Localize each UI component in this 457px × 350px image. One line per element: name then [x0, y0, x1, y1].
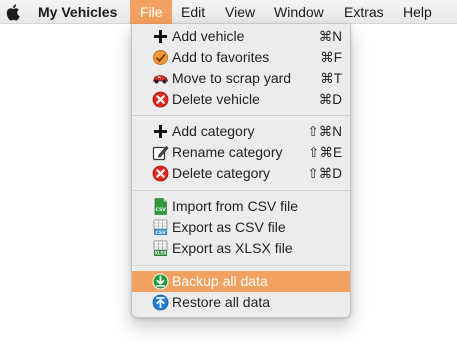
menu-item-shortcut: ⇧⌘N [307, 124, 342, 139]
delete-red-icon [152, 91, 169, 108]
scrap-car-icon [152, 75, 169, 84]
menu-item-add-vehicle[interactable]: Add vehicle ⌘N [132, 26, 350, 47]
menu-file[interactable]: File [130, 0, 172, 24]
menu-item-label: Import from CSV file [172, 198, 299, 214]
menu-item-backup-all-data[interactable]: Backup all data [132, 271, 350, 292]
menu-bar: My Vehicles File Edit View Window Extras… [0, 0, 457, 24]
app-name-menu[interactable]: My Vehicles [28, 0, 127, 24]
menu-item-export-csv[interactable]: CSV Export as CSV file [132, 217, 350, 238]
svg-text:XLSX: XLSX [155, 251, 167, 256]
menu-item-shortcut: ⌘N [318, 29, 342, 44]
favorite-check-icon [153, 50, 168, 65]
menu-help[interactable]: Help [393, 0, 442, 24]
plus-icon [154, 30, 167, 43]
csv-table-icon: CSV [153, 219, 168, 236]
restore-upload-icon [152, 294, 169, 311]
menu-item-shortcut: ⌘T [320, 71, 342, 86]
csv-file-icon: CSV [154, 198, 167, 215]
menu-item-shortcut: ⇧⌘D [307, 166, 342, 181]
menu-item-label: Export as XLSX file [172, 240, 293, 256]
menu-item-shortcut: ⌘D [318, 92, 342, 107]
menu-item-label: Move to scrap yard [172, 70, 292, 86]
menu-item-move-to-scrap-yard[interactable]: Move to scrap yard ⌘T [132, 68, 350, 89]
backup-download-icon [152, 273, 169, 290]
apple-logo-icon[interactable] [6, 3, 22, 21]
menu-item-label: Add vehicle [172, 28, 245, 44]
svg-text:CSV: CSV [155, 230, 166, 236]
menu-item-label: Delete category [172, 165, 271, 181]
menu-view[interactable]: View [215, 0, 265, 24]
menu-item-delete-vehicle[interactable]: Delete vehicle ⌘D [132, 89, 350, 110]
svg-text:CSV: CSV [156, 207, 167, 213]
menu-window[interactable]: Window [264, 0, 334, 24]
menu-item-shortcut: ⇧⌘E [308, 145, 342, 160]
menu-item-label: Add to favorites [172, 49, 270, 65]
menu-edit[interactable]: Edit [171, 0, 215, 24]
menu-separator [132, 190, 350, 191]
menu-item-delete-category[interactable]: Delete category ⇧⌘D [132, 163, 350, 184]
plus-icon [154, 125, 167, 138]
menu-item-label: Add category [172, 123, 255, 139]
menu-item-label: Export as CSV file [172, 219, 286, 235]
menu-item-add-to-favorites[interactable]: Add to favorites ⌘F [132, 47, 350, 68]
menu-extras[interactable]: Extras [334, 0, 394, 24]
menu-item-rename-category[interactable]: Rename category ⇧⌘E [132, 142, 350, 163]
menu-item-label: Restore all data [172, 294, 271, 310]
menu-item-label: Delete vehicle [172, 91, 260, 107]
menu-item-shortcut: ⌘F [320, 50, 342, 65]
delete-red-icon [152, 165, 169, 182]
rename-pencil-icon [152, 145, 169, 161]
xlsx-table-icon: XLSX [153, 240, 168, 256]
menu-item-label: Rename category [172, 144, 283, 160]
menu-separator [132, 265, 350, 266]
file-menu-dropdown: Add vehicle ⌘N Add to favorites ⌘F Move … [131, 24, 351, 318]
menu-item-add-category[interactable]: Add category ⇧⌘N [132, 121, 350, 142]
menu-item-label: Backup all data [172, 273, 268, 289]
menu-item-export-xlsx[interactable]: XLSX Export as XLSX file [132, 238, 350, 259]
menu-item-restore-all-data[interactable]: Restore all data [132, 292, 350, 313]
menu-item-import-csv[interactable]: CSV Import from CSV file [132, 196, 350, 217]
menu-separator [132, 115, 350, 116]
